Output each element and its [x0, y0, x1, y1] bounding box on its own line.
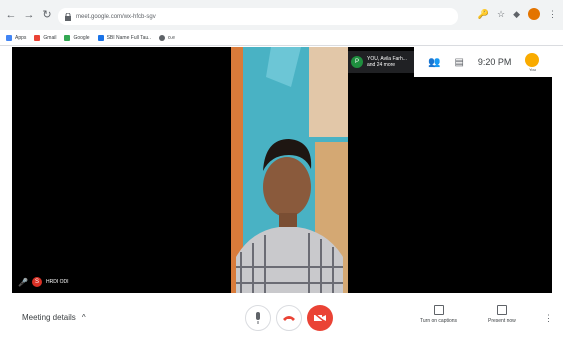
self-avatar: S [31, 277, 42, 287]
captions-button[interactable]: Turn on captions [420, 305, 457, 324]
forward-icon[interactable]: → [22, 8, 36, 22]
mic-button[interactable] [245, 305, 271, 331]
hangup-button[interactable] [276, 305, 302, 331]
bottom-controls: Meeting details ^ Turn on captions Prese… [0, 293, 563, 343]
speaker-video-tile [231, 47, 348, 293]
captions-icon [433, 305, 444, 315]
bookmark-apps[interactable]: Apps [6, 34, 26, 41]
top-right-panel: 👥 ▤ 9:20 PM You [414, 47, 552, 77]
star-icon[interactable]: ☆ [497, 8, 505, 20]
back-icon[interactable]: ← [4, 8, 18, 22]
browser-toolbar: ← → ↻ meet.google.com/wx-hfcb-sgv 🔑 ☆ ◆ … [0, 0, 563, 30]
participant-avatar: P [351, 56, 363, 68]
address-bar[interactable]: meet.google.com/wx-hfcb-sgv [58, 8, 458, 25]
menu-icon[interactable]: ⋮ [548, 8, 557, 20]
bookmark-gmail[interactable]: Gmail [34, 34, 56, 41]
avatar [525, 52, 540, 67]
bookmark-oe[interactable]: o.e [158, 34, 175, 41]
participants-chip[interactable]: P YOU, Avila Farh... and 24 more [348, 51, 418, 73]
chat-icon[interactable]: ▤ [454, 57, 463, 68]
self-name: HRDI ODI [45, 279, 69, 285]
you-label: You [529, 66, 536, 72]
bookmarks-bar: Apps Gmail Google SBI Name Full Tau.. o.… [0, 30, 563, 46]
profile-avatar[interactable] [528, 8, 540, 20]
phone-hangup-icon [283, 316, 295, 321]
mic-icon [256, 312, 260, 324]
empty-video-tile [348, 47, 552, 293]
self-video-tile: 🎤 S HRDI ODI [12, 47, 231, 293]
meeting-details-label: Meeting details [22, 313, 76, 322]
meeting-details-button[interactable]: Meeting details ^ [22, 313, 86, 322]
extension-icon[interactable]: ◆ [513, 8, 520, 20]
captions-label: Turn on captions [420, 318, 458, 324]
present-label: Present now [488, 318, 516, 324]
speaker-video [231, 47, 348, 293]
key-icon[interactable]: 🔑 [478, 8, 489, 20]
you-avatar[interactable]: You [525, 52, 540, 72]
lock-icon [65, 12, 71, 21]
mic-icon: 🎤 [18, 277, 28, 287]
bookmark-sbi[interactable]: SBI Name Full Tau.. [97, 34, 151, 41]
people-icon[interactable]: 👥 [428, 57, 440, 68]
reload-icon[interactable]: ↻ [40, 8, 54, 22]
present-icon [496, 305, 507, 315]
bookmark-google[interactable]: Google [64, 34, 90, 41]
camera-off-button[interactable] [307, 305, 333, 331]
chevron-up-icon: ^ [81, 313, 86, 322]
video-stage: 🎤 S HRDI ODI P YOU, Avila Farh... and 24… [12, 47, 552, 293]
url-text: meet.google.com/wx-hfcb-sgv [76, 13, 156, 20]
participants-line2: and 24 more [367, 62, 396, 68]
present-button[interactable]: Present now [488, 305, 516, 324]
video-off-icon [314, 313, 326, 323]
self-name-tag: 🎤 S HRDI ODI [18, 277, 68, 287]
clock-time: 9:20 PM [477, 57, 512, 67]
more-options-icon[interactable]: ⋮ [544, 313, 553, 324]
